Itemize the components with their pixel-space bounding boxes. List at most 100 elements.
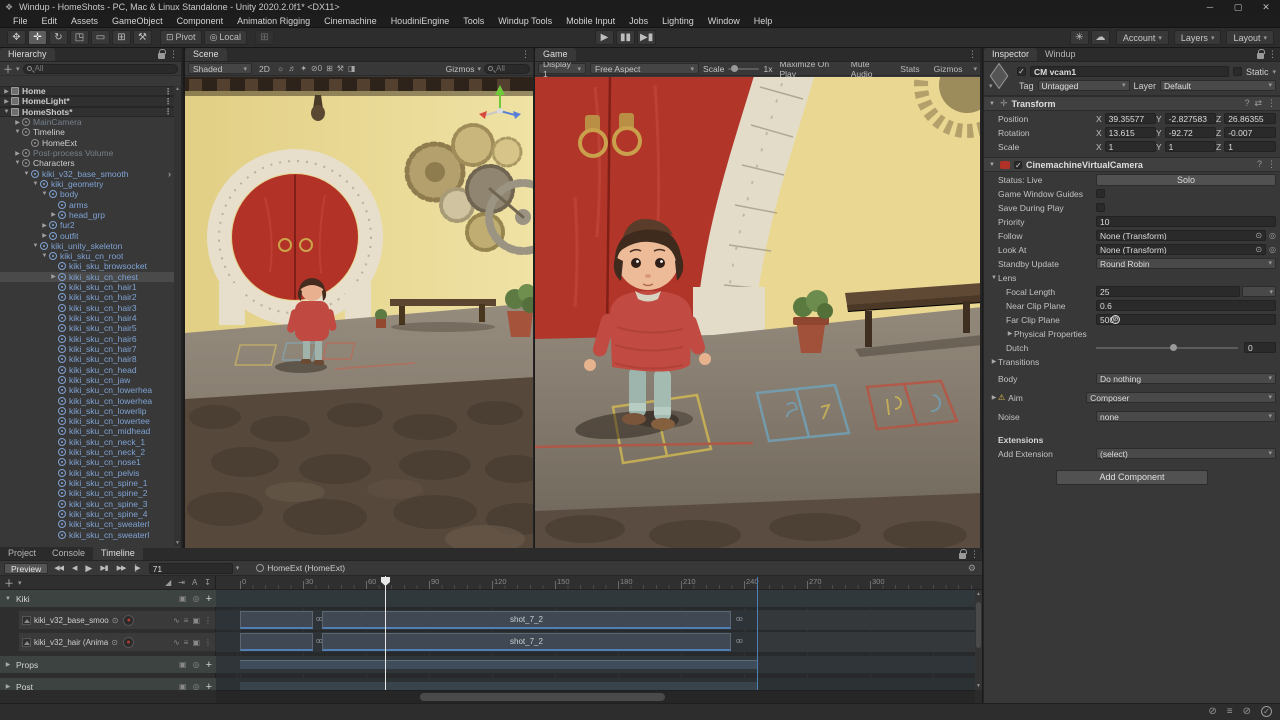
kebab-menu-icon[interactable]: ⋮ [204, 638, 212, 647]
hierarchy-item-kiki-sku-cn-head[interactable]: kiki_sku_cn_head [0, 364, 174, 374]
custom-tool-button[interactable]: ⚒ [133, 30, 152, 45]
position-y-field[interactable]: -2.827583 [1165, 113, 1216, 124]
add-in-group-button[interactable]: + [206, 659, 212, 671]
track-group-kiki[interactable]: ▼ Kiki ▣ ◎ + [0, 590, 982, 607]
lock-icon[interactable] [959, 553, 966, 559]
menu-item-window[interactable]: Window [701, 14, 747, 28]
priority-field[interactable]: 10 [1096, 216, 1276, 227]
noise-dropdown[interactable]: none ▾ [1096, 411, 1276, 422]
pause-button[interactable]: ▮▮ [616, 30, 635, 45]
tab-scene[interactable]: Scene [185, 48, 227, 61]
preview-toggle[interactable]: Preview [4, 563, 48, 574]
hierarchy-item-kiki-sku-cn-spine-1[interactable]: kiki_sku_cn_spine_1 [0, 478, 174, 488]
hierarchy-item-post-process-volume[interactable]: ▶Post-process Volume [0, 148, 174, 158]
scrollbar-handle[interactable] [976, 602, 981, 648]
scroll-down-icon[interactable]: ▼ [975, 683, 982, 689]
rotation-z-field[interactable]: -0.007 [1224, 127, 1276, 138]
hierarchy-item-kiki-sku-cn-lowerlip[interactable]: kiki_sku_cn_lowerlip [0, 406, 174, 416]
object-picker-icon[interactable]: ⊙ [1255, 231, 1262, 240]
timeline-ruler[interactable]: 0306090120150180210240270300 [216, 576, 975, 589]
lock-track-icon[interactable]: ▣ [179, 682, 187, 690]
next-frame-button[interactable]: ▶▮ [97, 564, 110, 572]
cache-server-disabled-icon[interactable]: ⊘ [1208, 706, 1216, 717]
hierarchy-item-kiki-sku-cn-spine-2[interactable]: kiki_sku_cn_spine_2 [0, 488, 174, 498]
scrollbar-handle[interactable] [420, 693, 665, 701]
hierarchy-item-kiki-sku-cn-sweaterl[interactable]: kiki_sku_cn_sweaterl [0, 519, 174, 529]
aspect-dropdown[interactable]: Free Aspect ▾ [590, 63, 699, 74]
layout-dropdown[interactable]: Layout ▾ [1226, 30, 1274, 45]
audio-toggle-icon[interactable]: ♬ [288, 64, 296, 73]
status-ok-icon[interactable]: ✓ [1261, 706, 1272, 717]
foldout-closed-icon[interactable]: ▶ [49, 273, 58, 280]
kebab-menu-icon[interactable]: ⋮ [1268, 49, 1277, 60]
hierarchy-item-kiki-sku-cn-hair8[interactable]: kiki_sku_cn_hair8 [0, 354, 174, 364]
add-extension-dropdown[interactable]: (select) ▾ [1096, 448, 1276, 459]
hierarchy-item-kiki-sku-cn-nose1[interactable]: kiki_sku_cn_nose1 [0, 457, 174, 467]
lock-icon[interactable] [1257, 53, 1264, 59]
foldout-closed-icon[interactable]: ▶ [40, 232, 49, 239]
scale-tool-button[interactable]: ◳ [70, 30, 89, 45]
target-icon[interactable]: ◎ [1269, 231, 1276, 240]
hierarchy-item-body[interactable]: ▼body [0, 189, 174, 199]
display-dropdown[interactable]: Display 1 ▾ [538, 63, 586, 74]
track-group-props[interactable]: ▶ Props ▣ ◎ + [0, 656, 982, 673]
foldout-open-icon[interactable]: ▼ [2, 109, 11, 115]
tab-inspector[interactable]: Inspector [984, 48, 1037, 61]
foldout-closed-icon[interactable]: ▶ [13, 119, 22, 126]
timeline-clip-shot[interactable]: shot_7_2 [322, 633, 731, 651]
tab-windup[interactable]: Windup [1037, 48, 1084, 61]
component-enabled-checkbox[interactable]: ✓ [1014, 161, 1022, 169]
kebab-menu-icon[interactable]: ⋮ [968, 49, 977, 60]
far-clip-field[interactable]: 5000 ⊘ [1096, 314, 1276, 325]
add-in-group-button[interactable]: + [206, 593, 212, 605]
menu-item-component[interactable]: Component [170, 14, 231, 28]
lock-icon[interactable]: ▣ [192, 616, 200, 625]
minimize-button[interactable]: ─ [1196, 0, 1224, 14]
scale-x-field[interactable]: 1 [1105, 141, 1156, 152]
collab-button[interactable]: ✳ [1070, 30, 1089, 45]
foldout-closed-icon[interactable]: ▶ [2, 98, 11, 105]
scroll-up-icon[interactable]: ▲ [975, 591, 982, 597]
hierarchy-item-kiki-sku-cn-hair6[interactable]: kiki_sku_cn_hair6 [0, 334, 174, 344]
scene-orientation-gizmo[interactable] [479, 85, 521, 131]
target-icon[interactable]: ◎ [1269, 245, 1276, 254]
2d-toggle[interactable]: 2D [256, 64, 273, 74]
foldout-open-icon[interactable]: ▼ [988, 101, 996, 107]
hierarchy-item-kiki-sku-cn-neck-2[interactable]: kiki_sku_cn_neck_2 [0, 447, 174, 457]
account-dropdown[interactable]: Account ▾ [1116, 30, 1169, 45]
effects-dropdown-icon[interactable]: ✦ [300, 64, 307, 73]
hierarchy-item-homeext[interactable]: HomeExt [0, 138, 174, 148]
hierarchy-item-head-grp[interactable]: ▶head_grp [0, 210, 174, 220]
rect-tool-button[interactable]: ▭ [91, 30, 110, 45]
hierarchy-item-kiki-sku-cn-midhead[interactable]: kiki_sku_cn_midhead [0, 426, 174, 436]
menu-item-lighting[interactable]: Lighting [655, 14, 701, 28]
record-button[interactable]: ● [123, 637, 134, 648]
focal-preset-dropdown[interactable]: ▾ [1242, 286, 1276, 297]
tab-console[interactable]: Console [44, 547, 93, 560]
mute-track-icon[interactable]: ◎ [193, 660, 200, 669]
tab-project[interactable]: Project [0, 547, 44, 560]
position-z-field[interactable]: 26.86355 [1224, 113, 1276, 124]
timeline-clip[interactable] [240, 611, 313, 629]
object-picker-icon[interactable]: ⊙ [1255, 245, 1262, 254]
transitions-foldout[interactable]: ▶ Transitions [984, 355, 1280, 368]
foldout-closed-icon[interactable]: ▶ [49, 211, 58, 218]
track-group-post[interactable]: ▶ Post ▣ ◎ + [0, 678, 982, 690]
timeline-vertical-scrollbar[interactable]: ▲ ▼ [975, 590, 982, 690]
menu-item-edit[interactable]: Edit [35, 14, 65, 28]
foldout-open-icon[interactable]: ▼ [31, 243, 40, 249]
hierarchy-item-kiki-sku-cn-hair3[interactable]: kiki_sku_cn_hair3 [0, 303, 174, 313]
hierarchy-item-kiki-sku-cn-lowerhea[interactable]: kiki_sku_cn_lowerhea [0, 385, 174, 395]
curves-view-icon[interactable]: ◢ [165, 578, 171, 587]
curves-icon[interactable]: ∿ [173, 638, 180, 647]
local-toggle[interactable]: ◎ Local [204, 30, 247, 45]
save-during-play-checkbox[interactable] [1096, 203, 1105, 212]
hierarchy-item-kiki-sku-cn-lowerhea[interactable]: kiki_sku_cn_lowerhea [0, 395, 174, 405]
close-button[interactable]: ✕ [1252, 0, 1280, 14]
scroll-up-icon[interactable]: ▲ [174, 86, 181, 92]
kebab-menu-icon[interactable]: ⋮ [169, 49, 178, 60]
step-button[interactable]: ▶▮ [637, 30, 656, 45]
chevron-down-icon[interactable]: ▾ [18, 579, 22, 587]
pivot-toggle[interactable]: ⊡ Pivot [160, 30, 202, 45]
menu-item-animation-rigging[interactable]: Animation Rigging [230, 14, 317, 28]
